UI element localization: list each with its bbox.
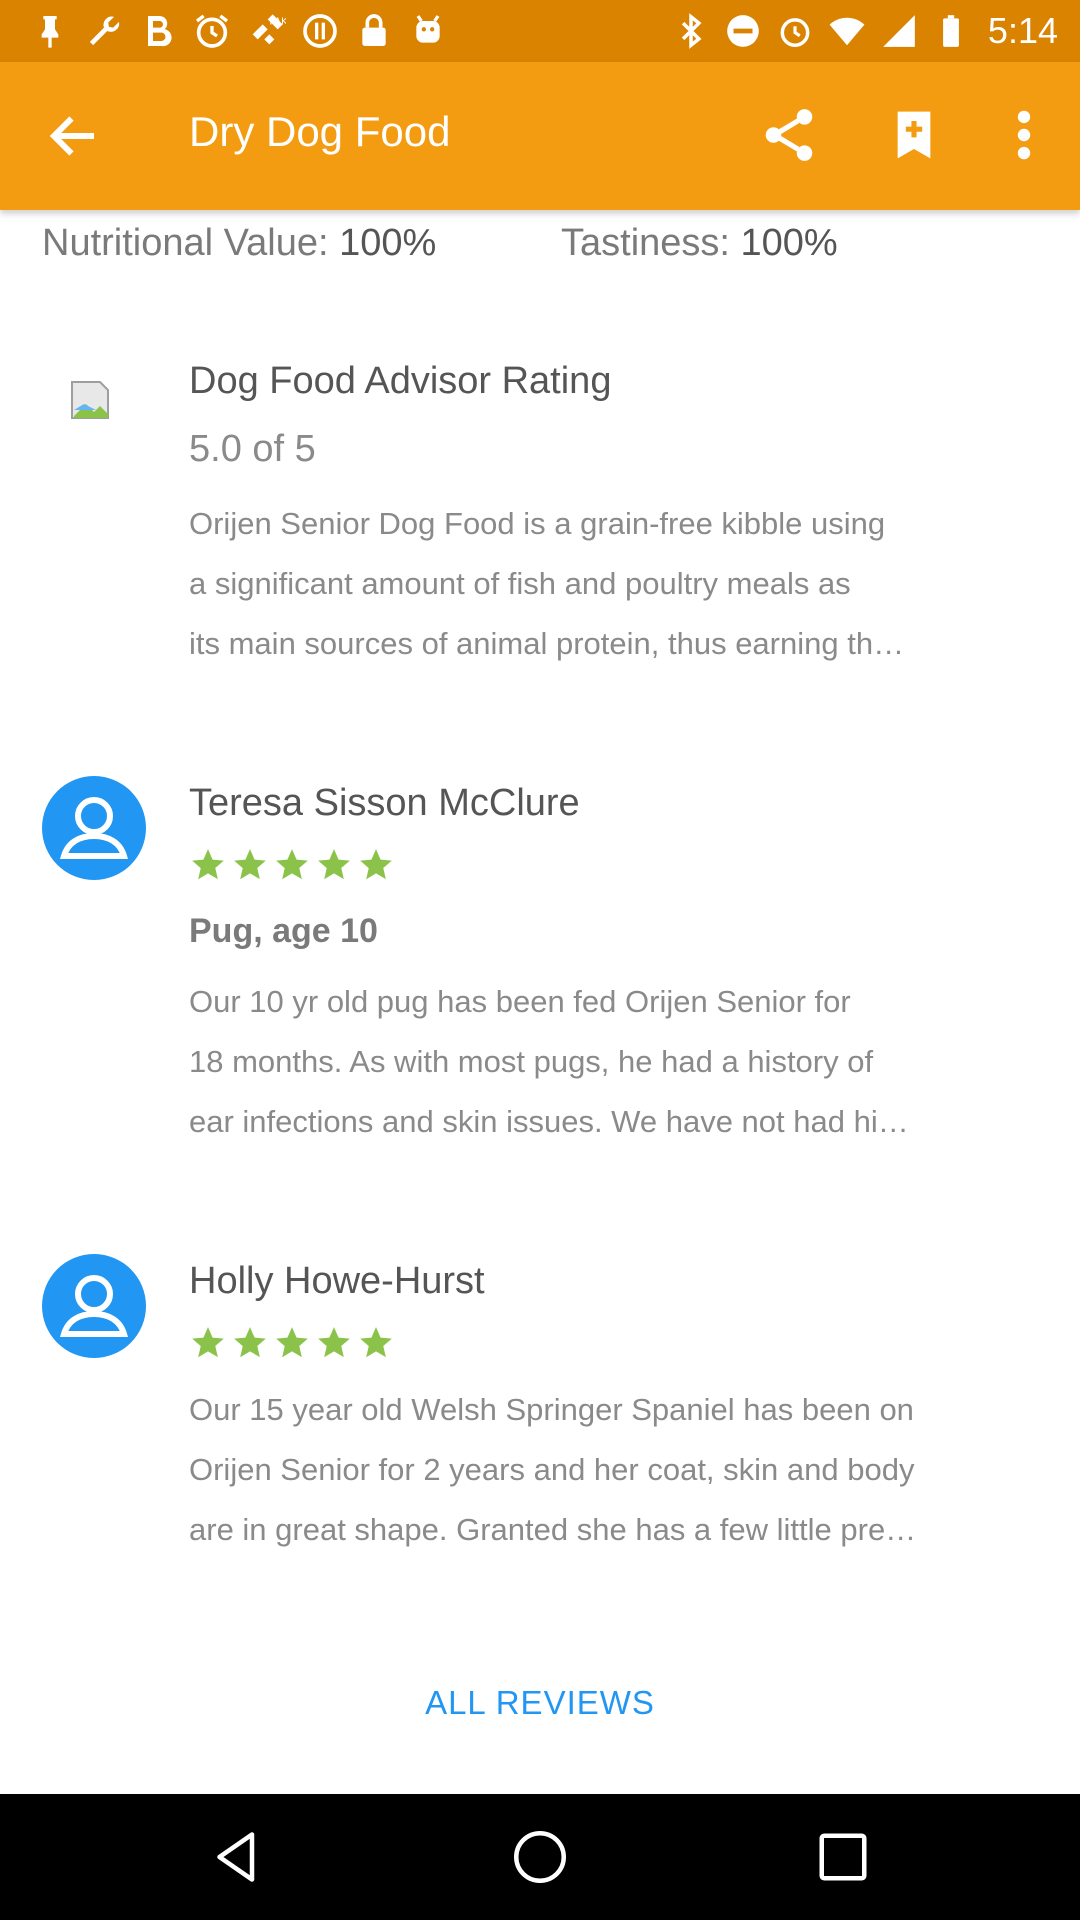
text-line: Orijen Senior for 2 years and her coat, … (189, 1452, 915, 1487)
reviewer-name: Teresa Sisson McClure (189, 782, 580, 824)
star-rating (189, 846, 399, 884)
clock: 5:14 (987, 10, 1058, 51)
tastiness-value: 100% (740, 222, 838, 264)
reviewer-name: Holly Howe-Hurst (189, 1260, 485, 1302)
text-line: a significant amount of fish and poultry… (189, 566, 851, 601)
android-bug-icon (416, 15, 440, 43)
avatar (42, 776, 146, 880)
alarm-icon (196, 14, 228, 48)
broken-image-icon (32, 352, 158, 458)
do-not-disturb-icon (727, 15, 759, 47)
star-icon (234, 849, 266, 880)
home-nav-icon[interactable] (510, 1827, 570, 1887)
tastiness-stat: Tastiness: 100% (561, 222, 838, 265)
wrench-icon (89, 16, 120, 46)
pin-icon (41, 16, 59, 48)
review-subtitle: Pug, age 10 (189, 912, 378, 950)
user-avatar-icon (60, 1275, 128, 1337)
navigation-bar (0, 1794, 1080, 1920)
advisor-rating-title: Dog Food Advisor Rating (189, 360, 612, 402)
wifi-icon (829, 17, 865, 46)
text-line: Orijen Senior Dog Food is a grain-free k… (189, 506, 886, 541)
app-bar: Dry Dog Food (0, 62, 1080, 210)
star-icon (192, 1327, 224, 1358)
star-icon (318, 1327, 350, 1358)
star-icon (276, 1327, 308, 1358)
text-line: are in great shape. Granted she has a fe… (189, 1512, 917, 1547)
user-avatar-icon (60, 797, 128, 859)
more-options-icon[interactable] (1004, 104, 1044, 166)
star-icon (234, 1327, 266, 1358)
share-icon[interactable] (758, 104, 820, 166)
signal-icon (883, 15, 915, 47)
review-text: Our 15 year old Welsh Springer Spaniel h… (189, 1380, 1039, 1560)
review-text: Our 10 yr old pug has been fed Orijen Se… (189, 972, 1039, 1152)
nutritional-value: 100% (339, 222, 437, 264)
coin-icon (303, 14, 337, 48)
alarm-status-icon (780, 18, 810, 47)
tastiness-label: Tastiness: (561, 222, 730, 264)
page-title: Dry Dog Food (189, 108, 451, 155)
system-status-icons: 5:14 (658, 10, 1058, 52)
notification-icons: FAKE (30, 10, 462, 52)
battery-icon (943, 15, 959, 47)
star-icon (360, 849, 392, 880)
add-bookmark-icon[interactable] (886, 104, 942, 166)
avatar (42, 1254, 146, 1358)
text-line: Our 15 year old Welsh Springer Spaniel h… (189, 1392, 914, 1427)
status-bar: FAKE 5:14 (0, 0, 1080, 62)
star-icon (360, 1327, 392, 1358)
star-icon (192, 849, 224, 880)
text-line: 18 months. As with most pugs, he had a h… (189, 1044, 874, 1079)
nutritional-value-label: Nutritional Value: (42, 222, 329, 264)
star-icon (318, 849, 350, 880)
text-line: Our 10 yr old pug has been fed Orijen Se… (189, 984, 851, 1019)
bold-b-icon (148, 15, 172, 47)
recents-nav-icon[interactable] (813, 1827, 873, 1887)
bluetooth-icon (681, 13, 702, 49)
text-line: its main sources of animal protein, thus… (189, 626, 905, 661)
svg-text:FAKE: FAKE (269, 16, 286, 27)
star-icon (276, 849, 308, 880)
star-rating (189, 1324, 399, 1362)
advisor-rating-value: 5.0 of 5 (189, 428, 316, 470)
back-arrow-icon[interactable] (44, 106, 104, 166)
fake-gps-icon: FAKE (252, 14, 286, 45)
text-line: ear infections and skin issues. We have … (189, 1104, 909, 1139)
back-nav-icon[interactable] (207, 1827, 267, 1887)
all-reviews-button[interactable]: ALL REVIEWS (0, 1684, 1080, 1722)
lock-icon (362, 14, 386, 46)
nutritional-value-stat: Nutritional Value: 100% (42, 222, 436, 265)
advisor-description: Orijen Senior Dog Food is a grain-free k… (189, 494, 1039, 674)
